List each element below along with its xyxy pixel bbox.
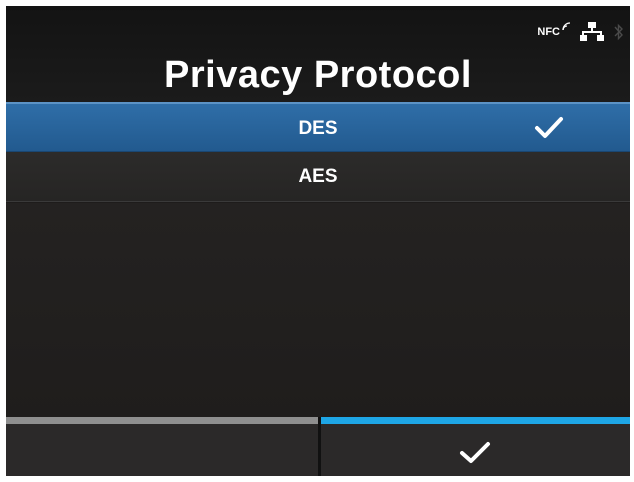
nfc-label: NFC bbox=[537, 26, 560, 38]
check-icon bbox=[535, 117, 563, 138]
softkey-left[interactable] bbox=[6, 417, 318, 476]
option-des[interactable]: DES bbox=[6, 102, 630, 152]
check-icon bbox=[460, 442, 490, 463]
option-label: AES bbox=[298, 166, 338, 187]
bluetooth-icon bbox=[614, 23, 623, 41]
confirm-button[interactable] bbox=[321, 417, 630, 476]
printer-display: NFC Privacy Protocol DES AES bbox=[6, 6, 630, 476]
nfc-icon: NFC bbox=[537, 22, 571, 38]
softkey-bar bbox=[6, 417, 630, 476]
header: NFC Privacy Protocol bbox=[6, 6, 630, 102]
page-title: Privacy Protocol bbox=[164, 54, 472, 96]
empty-list-area bbox=[6, 203, 630, 417]
status-bar: NFC bbox=[537, 20, 624, 44]
network-icon bbox=[580, 22, 604, 41]
option-aes[interactable]: AES bbox=[6, 152, 630, 202]
option-list: DES AES bbox=[6, 102, 630, 202]
